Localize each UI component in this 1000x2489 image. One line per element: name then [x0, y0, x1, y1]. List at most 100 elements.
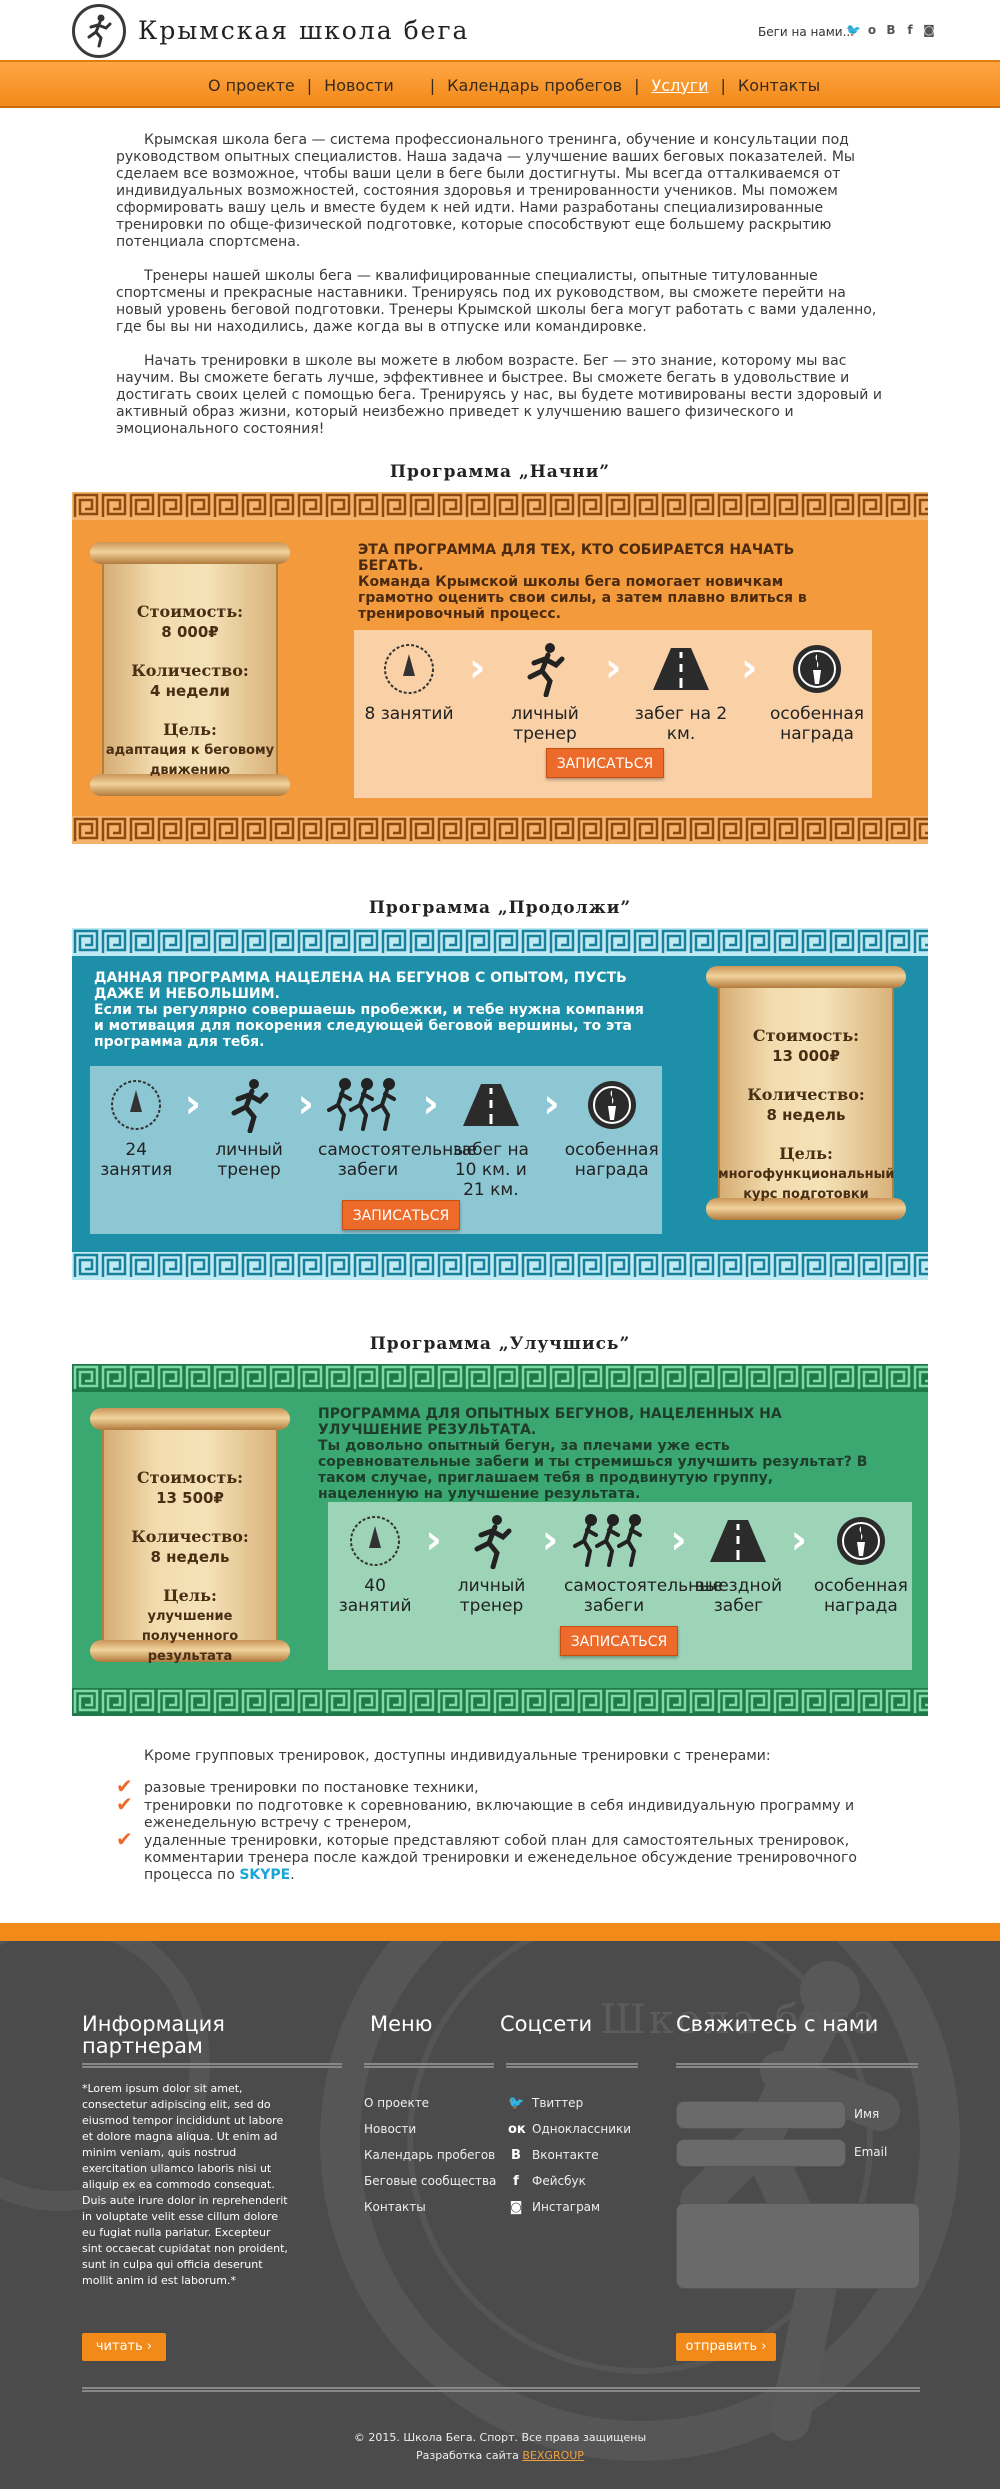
footer-menu-item[interactable]: Календарь пробегов — [364, 2148, 496, 2174]
goal-label: Цель: — [779, 1144, 833, 1163]
footer-menu-item[interactable]: Контакты — [364, 2200, 496, 2226]
footer-menu-item[interactable]: Новости — [364, 2122, 496, 2148]
step-label: особенная награда — [813, 1576, 908, 1616]
torch-medal-icon — [581, 1074, 643, 1136]
socials-title: Соцсети — [500, 2012, 593, 2036]
step-label: выездной забег — [694, 1576, 783, 1616]
nav-separator: | — [429, 75, 436, 95]
program-title: Программа „Продолжи” — [368, 898, 632, 918]
cost-label: Стоимость: — [752, 1026, 860, 1045]
signup-button[interactable]: ЗАПИСАТЬСЯ — [546, 748, 664, 778]
chevron-right-icon: › — [469, 645, 486, 691]
read-more-button[interactable]: читать › — [82, 2333, 166, 2361]
cost-value: 8 000₽ — [161, 623, 219, 641]
program-description-head: ДАННАЯ ПРОГРАММА НАЦЕЛЕНА НА БЕГУНОВ С О… — [94, 970, 627, 1002]
runner-icon — [514, 638, 576, 700]
quantity-label: Количество: — [131, 661, 249, 680]
footer-menu-item[interactable]: О проекте — [364, 2096, 496, 2122]
signup-button[interactable]: ЗАПИСАТЬСЯ — [560, 1626, 678, 1656]
chevron-right-icon: › — [422, 1081, 439, 1127]
social-link-instagram[interactable]: ◙ Инстаграм — [508, 2200, 631, 2226]
nav-separator: | — [634, 75, 640, 95]
chevron-right-icon: › — [184, 1081, 202, 1127]
chevron-right-icon: › — [605, 645, 622, 691]
name-input[interactable] — [676, 2101, 846, 2129]
social-link-facebook[interactable]: f Фейсбук — [508, 2174, 631, 2200]
name-label: Имя — [854, 2107, 880, 2121]
runner-icon — [461, 1510, 523, 1572]
road-icon — [650, 638, 712, 700]
price-scroll: Стоимость: 13 500₽ Количество: 8 недель … — [90, 1404, 290, 1664]
partners-text: *Lorem ipsum dolor sit amet, consectetur… — [82, 2082, 288, 2287]
nav-separator: | — [306, 75, 313, 95]
divider — [82, 2387, 920, 2392]
message-textarea[interactable] — [676, 2203, 920, 2289]
program-steps: 40 занятий › личный тренер › самостоятел… — [328, 1502, 912, 1670]
nav-item-contacts[interactable]: Контакты — [730, 76, 828, 95]
facebook-icon: f — [513, 2174, 519, 2189]
twitter-icon: 🐦 — [508, 2096, 525, 2111]
cost-value: 13 500₽ — [156, 1489, 224, 1507]
nav-item-about[interactable]: О проекте — [200, 76, 303, 95]
instagram-icon[interactable]: ◙ — [922, 23, 936, 37]
program-title: Программа „Улучшись” — [369, 1334, 631, 1354]
chevron-right-icon: › — [541, 1517, 559, 1563]
twitter-icon[interactable]: 🐦 — [846, 23, 861, 37]
signup-button[interactable]: ЗАПИСАТЬСЯ — [342, 1200, 460, 1230]
program-continue: ДАННАЯ ПРОГРАММА НАЦЕЛЕНА НА БЕГУНОВ С О… — [72, 928, 928, 1280]
chevron-right-icon: › — [670, 1517, 687, 1563]
chevron-right-icon: › — [741, 645, 758, 691]
runners-group-icon — [569, 1510, 659, 1572]
step-label: 24 занятия — [100, 1140, 173, 1180]
goal-label: Цель: — [163, 1586, 217, 1605]
step-label: особенная награда — [770, 704, 864, 744]
program-steps: 8 занятий › личный тренер › забег на 2 к… — [354, 630, 872, 798]
social-link-odnoklassniki[interactable]: ок Одноклассники — [508, 2122, 631, 2148]
developer-credit: Разработка сайта BEXGROUP — [416, 2449, 584, 2462]
social-link-vkontakte[interactable]: В Вконтакте — [508, 2148, 631, 2174]
program-description: ПРОГРАММА ДЛЯ ОПЫТНЫХ БЕГУНОВ, НАЦЕЛЕННЫ… — [318, 1406, 878, 1502]
send-button[interactable]: отправить › — [676, 2333, 776, 2361]
step-race: забег на 10 км. и 21 км. — [443, 1074, 539, 1200]
step-label: 8 занятий — [364, 704, 454, 724]
program-description: ДАННАЯ ПРОГРАММА НАЦЕЛЕНА НА БЕГУНОВ С О… — [94, 970, 654, 1050]
program-description-body: Ты довольно опытный бегун, за плечами уж… — [318, 1438, 868, 1502]
step-race: забег на 2 км. — [631, 638, 731, 744]
list-item: ✔ разовые тренировки по постановке техник… — [116, 1774, 479, 1798]
program-steps: 24 занятия › личный тренер › самостоятел… — [90, 1066, 662, 1234]
social-link-twitter[interactable]: 🐦 Твиттер — [508, 2096, 631, 2122]
program-description: ЭТА ПРОГРАММА ДЛЯ ТЕХ, КТО СОБИРАЕТСЯ НА… — [358, 542, 828, 622]
email-input[interactable] — [676, 2139, 846, 2167]
price-scroll: Стоимость: 13 000₽ Количество: 8 недель … — [706, 962, 906, 1222]
intro-text: Крымская школа бега — система профессион… — [116, 132, 886, 455]
individual-trainings: Кроме групповых тренировок, доступны инд… — [116, 1748, 906, 1885]
checkmark-icon: ✔ — [116, 1792, 133, 1816]
logo-icon[interactable] — [72, 4, 126, 58]
program-description-body: Если ты регулярно совершаешь пробежки, и… — [94, 1002, 644, 1050]
intro-paragraph: Крымская школа бега — система профессион… — [116, 132, 855, 250]
nav-item-news[interactable]: Новости — [316, 76, 402, 95]
goal-value: улучшение полученного результата — [141, 1609, 239, 1664]
program-description-body: Команда Крымской школы бега помогает нов… — [358, 574, 807, 622]
program-improve: Стоимость: 13 500₽ Количество: 8 недель … — [72, 1364, 928, 1716]
odnoklassniki-icon[interactable]: о — [865, 23, 879, 37]
quantity-value: 8 недель — [766, 1106, 846, 1124]
step-label: самостоятельные забеги — [563, 1576, 724, 1616]
footer-stripe — [0, 1923, 1000, 1941]
step-label: самостоятельные забеги — [317, 1140, 478, 1180]
vkontakte-icon[interactable]: B — [884, 23, 898, 37]
nav-item-calendar[interactable]: Календарь пробегов — [439, 76, 630, 95]
footer-menu-item[interactable]: Беговые сообщества — [364, 2174, 496, 2200]
odnoklassniki-icon: ок — [508, 2122, 526, 2137]
logo-title[interactable]: Крымская школа бега — [138, 16, 469, 45]
intro-paragraph: Начать тренировки в школе вы можете в лю… — [116, 353, 882, 437]
nav-item-services[interactable]: Услуги — [643, 76, 716, 95]
facebook-icon[interactable]: f — [903, 23, 917, 37]
meander-border — [72, 816, 928, 844]
step-label: 40 занятий — [338, 1576, 412, 1616]
quantity-value: 4 недели — [150, 682, 230, 700]
developer-link[interactable]: BEXGROUP — [522, 2449, 584, 2462]
runner-icon — [218, 1074, 280, 1136]
copyright: © 2015. Школа Бега. Спорт. Все права защ… — [353, 2431, 647, 2444]
skype-link[interactable]: SKYPE — [239, 1867, 290, 1883]
